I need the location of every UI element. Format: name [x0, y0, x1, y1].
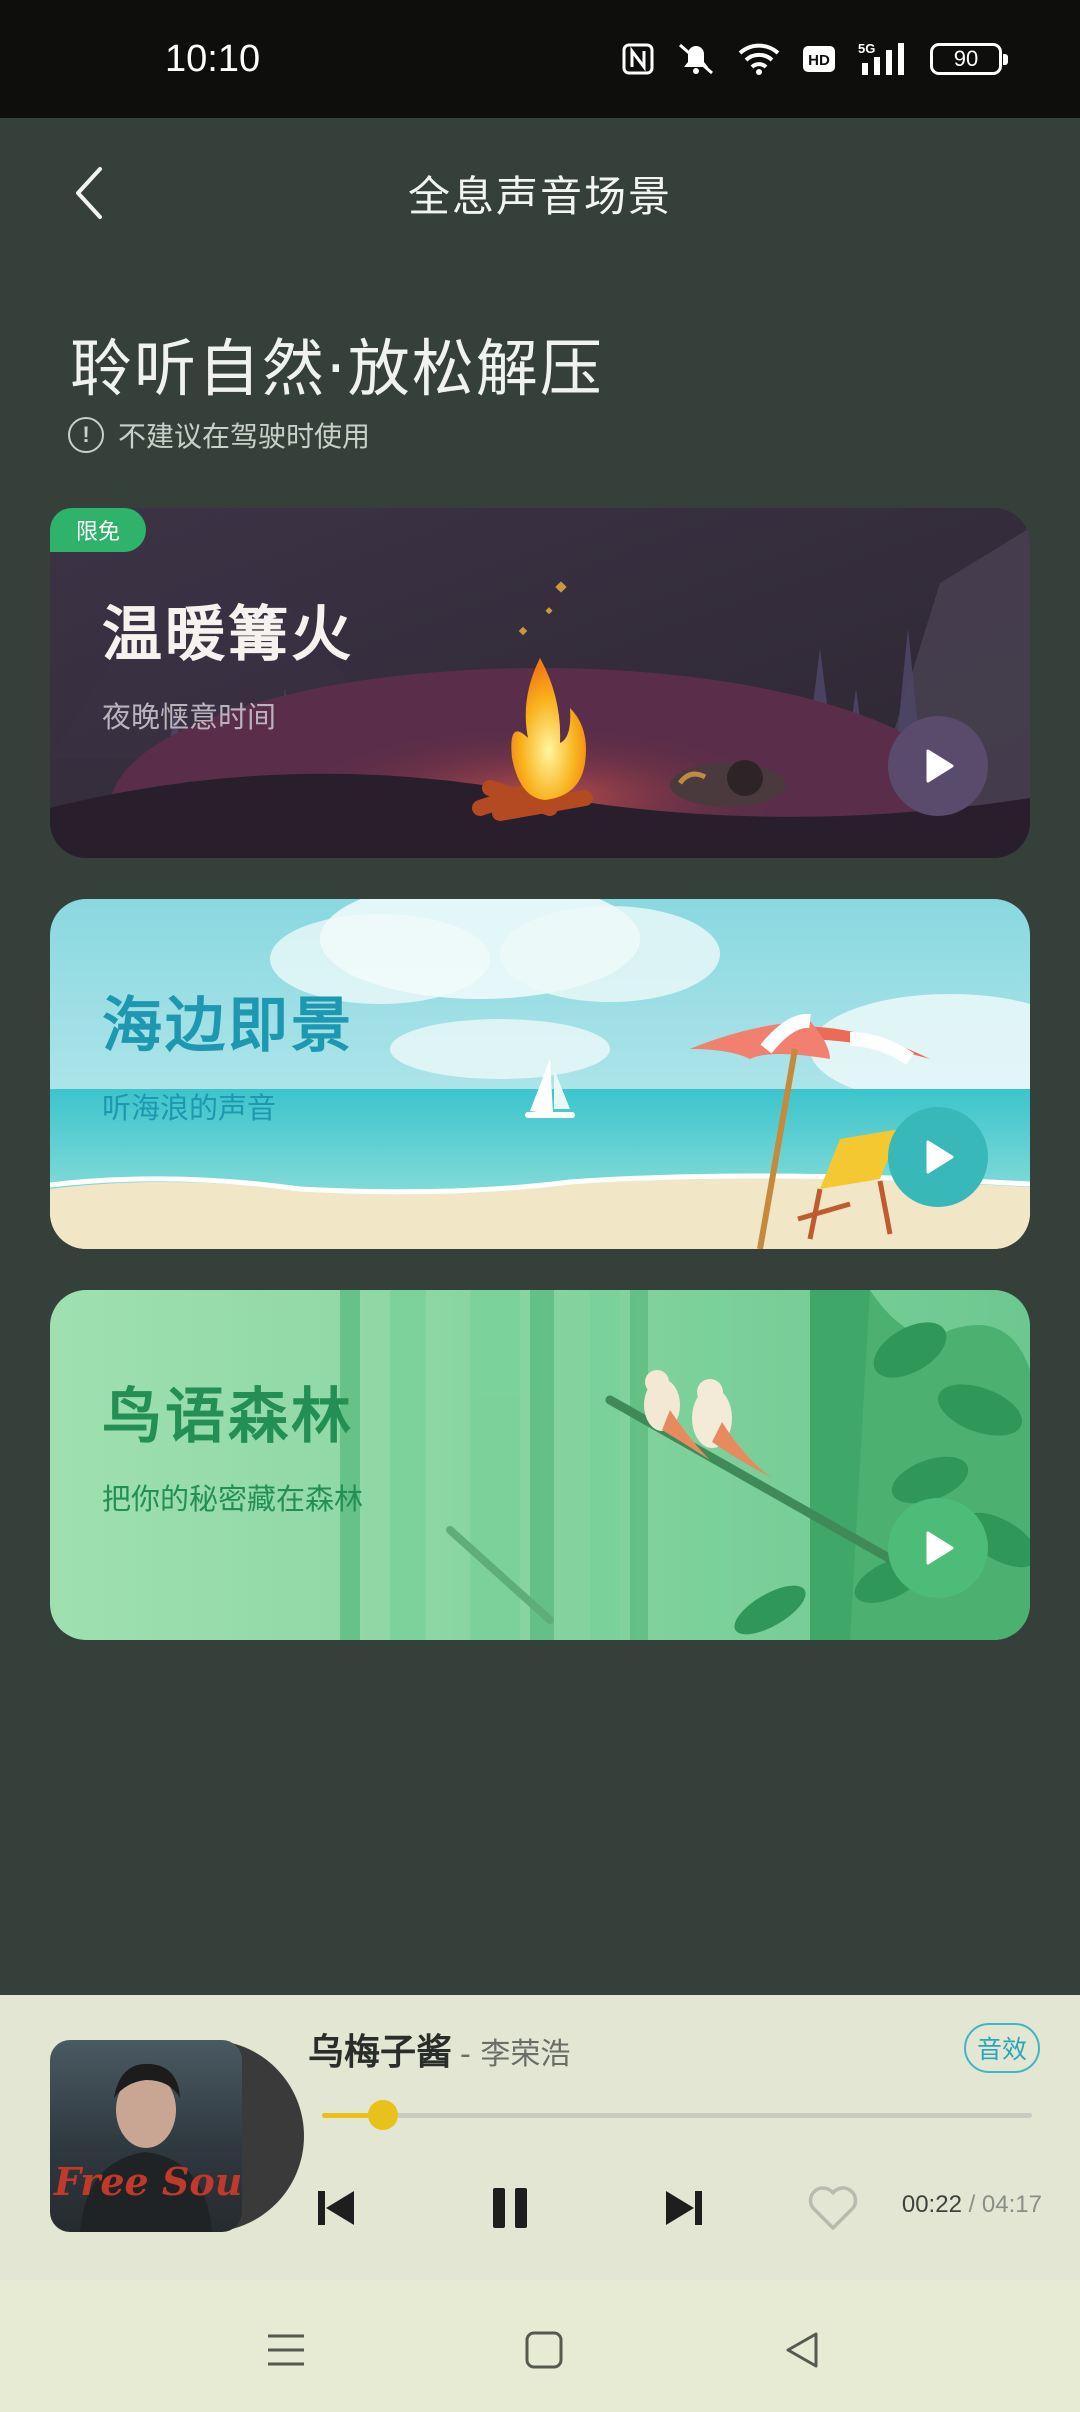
playback-time: 00:22 / 04:17 — [902, 2191, 1042, 2219]
svg-text:Free Soul: Free Soul — [53, 2159, 242, 2204]
play-button[interactable] — [888, 716, 988, 816]
page-title: 全息声音场景 — [407, 171, 672, 221]
warning-text: 不建议在驾驶时使用 — [118, 420, 371, 453]
progress-bar[interactable] — [322, 2100, 1032, 2130]
svg-text:HD: HD — [808, 52, 830, 69]
like-button[interactable] — [798, 2173, 868, 2243]
heart-icon — [808, 2186, 858, 2230]
status-bar: 10:10 HD 5G 90 — [0, 0, 1080, 118]
status-time: 10:10 — [165, 37, 261, 80]
card-subtitle: 把你的秘密藏在森林 — [102, 1482, 364, 1516]
current-time: 00:22 — [901, 2191, 962, 2218]
chevron-left-icon — [76, 167, 102, 219]
back-triangle-icon — [786, 2332, 818, 2368]
hd-icon: HD — [802, 45, 836, 73]
play-icon — [926, 1531, 954, 1565]
album-cover: Free Soul — [50, 2040, 242, 2232]
card-subtitle: 听海浪的声音 — [102, 1091, 277, 1125]
previous-button[interactable] — [300, 2173, 370, 2243]
song-artist: - 李荣浩 — [460, 2037, 571, 2072]
song-info: 乌梅子酱 - 李荣浩 — [308, 2023, 570, 2075]
song-title: 乌梅子酱 — [308, 2032, 453, 2073]
card-title: 海边即景 — [102, 991, 354, 1061]
scene-card-seaside[interactable]: 海边即景 听海浪的声音 — [50, 899, 1030, 1249]
header: 全息声音场景 — [0, 118, 1080, 268]
battery-icon: 90 — [930, 43, 1008, 75]
signal-5g-icon: 5G — [858, 41, 908, 77]
nav-menu-button[interactable] — [246, 2310, 326, 2390]
seaside-illustration — [50, 899, 1030, 1249]
nav-home-button[interactable] — [504, 2310, 584, 2390]
status-icons: HD 5G 90 — [622, 41, 1008, 77]
warning-icon: ! — [68, 417, 104, 453]
progress-thumb[interactable] — [368, 2100, 399, 2130]
nfc-icon — [622, 43, 654, 75]
sound-effects-button[interactable]: 音效 — [964, 2023, 1040, 2073]
next-button[interactable] — [650, 2173, 720, 2243]
card-title: 温暖篝火 — [102, 600, 354, 670]
play-button[interactable] — [888, 1107, 988, 1207]
mute-icon — [676, 41, 716, 77]
pause-button[interactable] — [475, 2173, 545, 2243]
skip-previous-icon — [318, 2191, 354, 2225]
scene-card-campfire[interactable]: 温暖篝火 夜晚惬意时间 — [50, 508, 1030, 858]
wifi-icon — [738, 42, 780, 76]
campfire-illustration — [50, 508, 1030, 858]
forest-illustration — [50, 1290, 1030, 1640]
play-icon — [926, 749, 954, 783]
play-icon — [926, 1140, 954, 1174]
skip-next-icon — [666, 2191, 702, 2225]
back-button[interactable] — [55, 158, 125, 228]
album-art[interactable]: Free Soul — [50, 2040, 304, 2232]
system-nav-bar — [0, 2280, 1080, 2412]
intro-title: 聆听自然·放松解压 — [70, 332, 604, 405]
scene-card-forest[interactable]: 鸟语森林 把你的秘密藏在森林 — [50, 1290, 1030, 1640]
card-title: 鸟语森林 — [102, 1382, 354, 1452]
menu-icon — [268, 2334, 304, 2366]
driving-warning: ! 不建议在驾驶时使用 — [68, 415, 370, 455]
card-subtitle: 夜晚惬意时间 — [102, 700, 277, 734]
svg-text:5G: 5G — [858, 41, 875, 56]
home-square-icon — [525, 2331, 563, 2369]
free-badge: 限免 — [50, 508, 146, 552]
pause-icon — [493, 2188, 527, 2228]
mini-player: Free Soul 乌梅子酱 - 李荣浩 音效 00:22 / 04:17 — [0, 1995, 1080, 2280]
play-button[interactable] — [888, 1498, 988, 1598]
nav-back-button[interactable] — [762, 2310, 842, 2390]
cover-lettering: Free Soul — [53, 2159, 242, 2204]
total-time: / 04:17 — [968, 2191, 1042, 2218]
